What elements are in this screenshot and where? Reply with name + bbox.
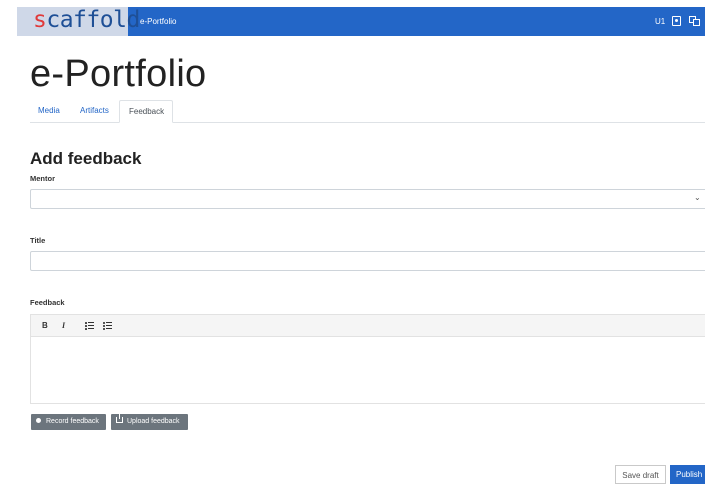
- tab-bar: Media Artifacts Feedback: [30, 100, 705, 123]
- tab-media[interactable]: Media: [38, 100, 60, 122]
- tab-feedback[interactable]: Feedback: [119, 100, 173, 123]
- feedback-editor[interactable]: [30, 337, 705, 404]
- title-input[interactable]: [30, 251, 705, 271]
- record-feedback-label: Record feedback: [46, 418, 99, 425]
- form-heading: Add feedback: [30, 149, 142, 168]
- numbered-list-icon[interactable]: [103, 315, 112, 336]
- logo-wordmark: caffold: [46, 7, 140, 33]
- save-draft-button[interactable]: Save draft: [615, 465, 666, 484]
- upload-feedback-label: Upload feedback: [127, 418, 180, 425]
- bold-button[interactable]: B: [42, 315, 48, 336]
- record-feedback-button[interactable]: Record feedback: [31, 414, 106, 430]
- chevron-down-icon[interactable]: ⌄: [694, 193, 701, 202]
- title-label: Title: [30, 236, 46, 245]
- page-title: e-Portfolio: [30, 53, 207, 95]
- mentor-select[interactable]: [30, 189, 705, 209]
- user-initials[interactable]: U1: [655, 7, 665, 36]
- publish-button[interactable]: Publish: [670, 465, 705, 484]
- app-name-link[interactable]: e-Portfolio: [140, 7, 176, 36]
- bullet-list-icon[interactable]: [85, 315, 94, 336]
- user-badge-icon[interactable]: [672, 16, 681, 26]
- logo-text[interactable]: scaffold: [33, 6, 140, 35]
- feedback-label: Feedback: [30, 298, 65, 307]
- tab-artifacts[interactable]: Artifacts: [80, 100, 109, 122]
- logo-accent: s: [33, 7, 47, 33]
- record-icon: [36, 417, 41, 423]
- italic-button[interactable]: I: [62, 315, 65, 336]
- upload-icon: [116, 413, 123, 424]
- language-switch-icon[interactable]: [689, 16, 702, 26]
- mentor-label: Mentor: [30, 174, 55, 183]
- upload-feedback-button[interactable]: Upload feedback: [111, 413, 188, 430]
- editor-toolbar: B I: [30, 314, 705, 337]
